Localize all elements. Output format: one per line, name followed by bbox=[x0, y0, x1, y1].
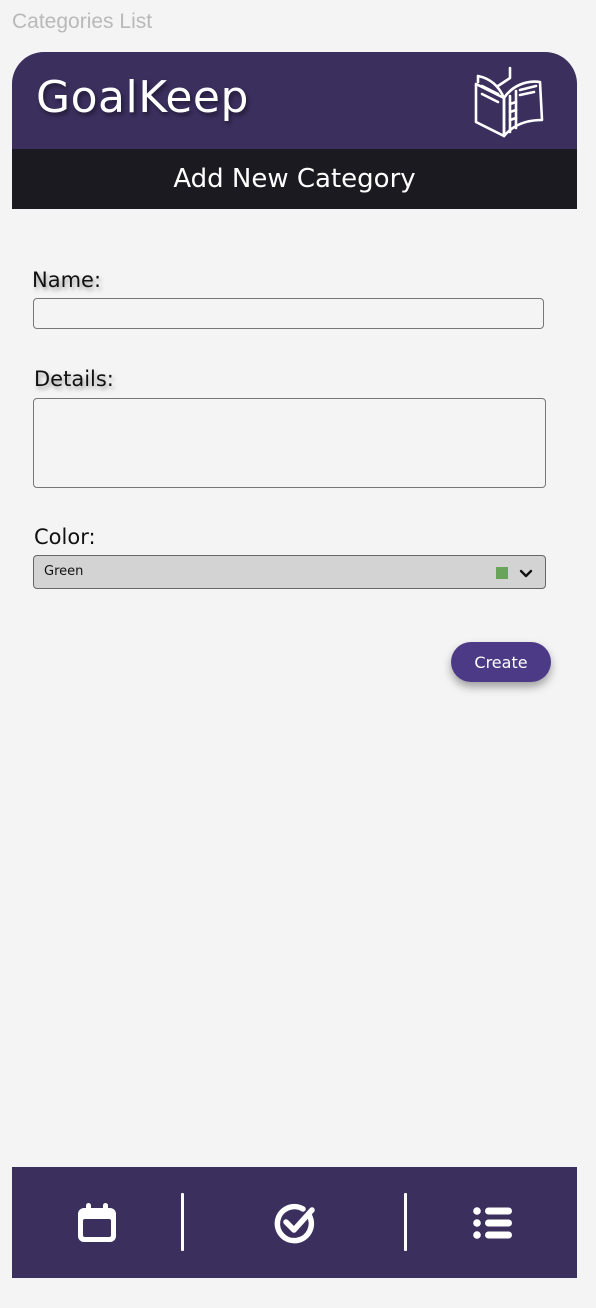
nav-divider bbox=[181, 1193, 184, 1251]
details-label: Details: bbox=[34, 367, 114, 391]
create-button[interactable]: Create bbox=[451, 642, 551, 682]
nav-divider bbox=[404, 1193, 407, 1251]
color-label: Color: bbox=[34, 525, 96, 549]
bottom-nav bbox=[12, 1167, 577, 1278]
name-field[interactable] bbox=[33, 298, 544, 329]
app-header: GoalKeep Add New Category bbox=[12, 52, 577, 209]
list-icon[interactable] bbox=[471, 1201, 515, 1245]
color-swatch bbox=[496, 567, 508, 579]
details-field[interactable] bbox=[33, 398, 546, 488]
page-label: Categories List bbox=[12, 10, 153, 33]
open-book-icon bbox=[474, 66, 544, 138]
name-label: Name: bbox=[32, 268, 102, 292]
calendar-icon[interactable] bbox=[75, 1201, 119, 1245]
app-title: GoalKeep bbox=[36, 72, 249, 123]
color-select[interactable]: Green bbox=[33, 555, 546, 589]
check-circle-icon[interactable] bbox=[273, 1201, 317, 1245]
color-select-value: Green bbox=[44, 564, 84, 579]
subheader-title: Add New Category bbox=[12, 149, 577, 209]
chevron-down-icon bbox=[519, 569, 533, 578]
